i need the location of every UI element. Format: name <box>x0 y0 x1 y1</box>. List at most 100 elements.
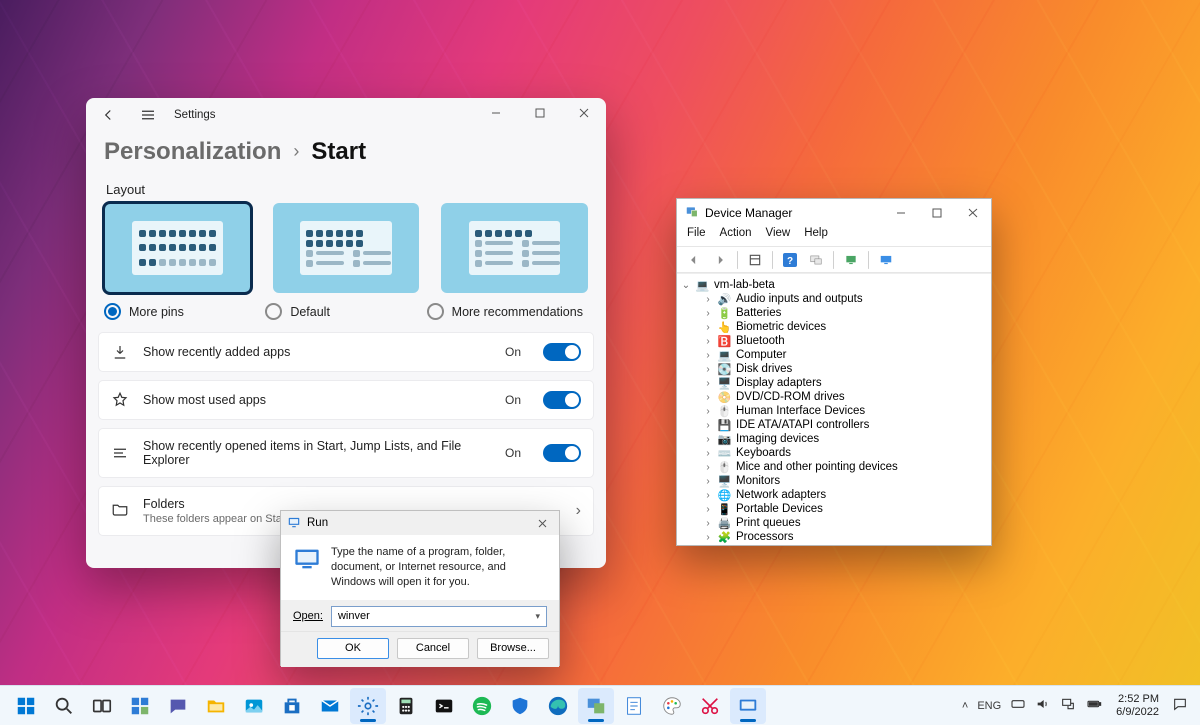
widgets-button[interactable] <box>122 688 158 724</box>
expand-icon[interactable]: › <box>703 378 713 389</box>
tree-node[interactable]: ›🖥️Display adapters <box>679 376 989 390</box>
chat-button[interactable] <box>160 688 196 724</box>
store-button[interactable] <box>274 688 310 724</box>
tray-battery-icon[interactable] <box>1085 696 1103 715</box>
tree-node[interactable]: ›🔋Batteries <box>679 306 989 320</box>
edge-button[interactable] <box>540 688 576 724</box>
toggle-switch[interactable] <box>543 343 581 361</box>
taskbar-clock[interactable]: 2:52 PM 6/9/2022 <box>1112 693 1163 718</box>
browse-button[interactable]: Browse... <box>477 638 549 659</box>
radio-more-pins[interactable]: More pins <box>104 303 265 320</box>
menu-help[interactable]: Help <box>804 227 828 246</box>
refresh-icon[interactable] <box>840 249 862 271</box>
expand-icon[interactable]: › <box>703 406 713 417</box>
tray-language[interactable]: ENG <box>977 700 1001 712</box>
toggle-switch[interactable] <box>543 391 581 409</box>
tray-input-icon[interactable] <box>1010 696 1026 715</box>
expand-icon[interactable]: › <box>703 504 713 515</box>
breadcrumb-parent[interactable]: Personalization <box>104 138 281 166</box>
toggle-recently-added-apps[interactable]: Show recently added apps On <box>98 332 594 372</box>
tree-node[interactable]: ›📱Portable Devices <box>679 502 989 516</box>
tree-node[interactable]: ›📀DVD/CD-ROM drives <box>679 390 989 404</box>
tree-node[interactable]: ›💾IDE ATA/ATAPI controllers <box>679 418 989 432</box>
expand-icon[interactable]: › <box>703 392 713 403</box>
close-button[interactable] <box>525 511 559 535</box>
expand-icon[interactable]: › <box>703 434 713 445</box>
expand-icon[interactable]: › <box>703 532 713 543</box>
paint-button[interactable] <box>654 688 690 724</box>
run-open-input[interactable]: winver ▾ <box>331 606 547 627</box>
expand-icon[interactable]: › <box>703 308 713 319</box>
run-titlebar[interactable]: Run <box>281 511 559 535</box>
tray-volume-icon[interactable] <box>1035 696 1051 715</box>
expand-icon[interactable]: › <box>703 518 713 529</box>
tree-root[interactable]: ⌄ 💻 vm-lab-beta <box>679 278 989 292</box>
terminal-button[interactable] <box>426 688 462 724</box>
monitor-icon[interactable] <box>875 249 897 271</box>
search-button[interactable] <box>46 688 82 724</box>
spotify-button[interactable] <box>464 688 500 724</box>
device-tree[interactable]: ⌄ 💻 vm-lab-beta ›🔊Audio inputs and outpu… <box>677 273 991 545</box>
start-button[interactable] <box>8 688 44 724</box>
calculator-button[interactable] <box>388 688 424 724</box>
tree-node[interactable]: ›🖥️Monitors <box>679 474 989 488</box>
settings-titlebar[interactable]: Settings <box>86 98 606 132</box>
expand-icon[interactable]: › <box>703 336 713 347</box>
toggle-switch[interactable] <box>543 444 581 462</box>
notifications-button[interactable] <box>1172 696 1188 715</box>
layout-option-more-pins[interactable] <box>104 203 251 293</box>
tree-node[interactable]: ›💽Disk drives <box>679 362 989 376</box>
expand-icon[interactable]: › <box>703 322 713 333</box>
toggle-most-used-apps[interactable]: Show most used apps On <box>98 380 594 420</box>
file-explorer-button[interactable] <box>198 688 234 724</box>
expand-icon[interactable]: › <box>703 420 713 431</box>
maximize-button[interactable] <box>919 199 955 227</box>
ok-button[interactable]: OK <box>317 638 389 659</box>
taskbar-run-button[interactable] <box>730 688 766 724</box>
tree-node[interactable]: ›👆Biometric devices <box>679 320 989 334</box>
tree-node[interactable]: ›🖱️Human Interface Devices <box>679 404 989 418</box>
cancel-button[interactable]: Cancel <box>397 638 469 659</box>
layout-option-default[interactable] <box>273 203 420 293</box>
tree-node[interactable]: ›⌨️Keyboards <box>679 446 989 460</box>
tree-node[interactable]: ›💻Computer <box>679 348 989 362</box>
mail-button[interactable] <box>312 688 348 724</box>
expand-icon[interactable]: › <box>703 462 713 473</box>
defender-button[interactable] <box>502 688 538 724</box>
close-button[interactable] <box>955 199 991 227</box>
tree-node[interactable]: ›🖨️Print queues <box>679 516 989 530</box>
nav-menu-button[interactable] <box>134 101 162 129</box>
expand-icon[interactable]: › <box>703 490 713 501</box>
expand-icon[interactable]: › <box>703 364 713 375</box>
tree-node[interactable]: ›🖱️Mice and other pointing devices <box>679 460 989 474</box>
collapse-icon[interactable]: ⌄ <box>681 280 691 291</box>
radio-more-recommendations[interactable]: More recommendations <box>427 303 588 320</box>
tree-node[interactable]: ›🌐Network adapters <box>679 488 989 502</box>
expand-icon[interactable]: › <box>703 350 713 361</box>
notepad-button[interactable] <box>616 688 652 724</box>
tree-node[interactable]: ›🅱️Bluetooth <box>679 334 989 348</box>
menu-action[interactable]: Action <box>720 227 752 246</box>
radio-default[interactable]: Default <box>265 303 426 320</box>
expand-icon[interactable]: › <box>703 294 713 305</box>
back-button[interactable] <box>94 101 122 129</box>
toggle-recently-opened-items[interactable]: Show recently opened items in Start, Jum… <box>98 428 594 478</box>
expand-icon[interactable]: › <box>703 476 713 487</box>
tray-network-icon[interactable] <box>1060 696 1076 715</box>
snip-button[interactable] <box>692 688 728 724</box>
tray-overflow-icon[interactable]: ˄ <box>962 700 968 712</box>
photos-button[interactable] <box>236 688 272 724</box>
menu-view[interactable]: View <box>766 227 791 246</box>
back-icon[interactable] <box>683 249 705 271</box>
menu-file[interactable]: File <box>687 227 706 246</box>
tree-node[interactable]: ›🧩Processors <box>679 530 989 544</box>
taskbar-devmgr-button[interactable] <box>578 688 614 724</box>
taskbar-settings-button[interactable] <box>350 688 386 724</box>
tree-node[interactable]: ›📷Imaging devices <box>679 432 989 446</box>
task-view-button[interactable] <box>84 688 120 724</box>
devmgr-titlebar[interactable]: Device Manager <box>677 199 991 227</box>
close-button[interactable] <box>562 98 606 128</box>
tree-node[interactable]: ›🔊Audio inputs and outputs <box>679 292 989 306</box>
minimize-button[interactable] <box>474 98 518 128</box>
properties-icon[interactable] <box>744 249 766 271</box>
